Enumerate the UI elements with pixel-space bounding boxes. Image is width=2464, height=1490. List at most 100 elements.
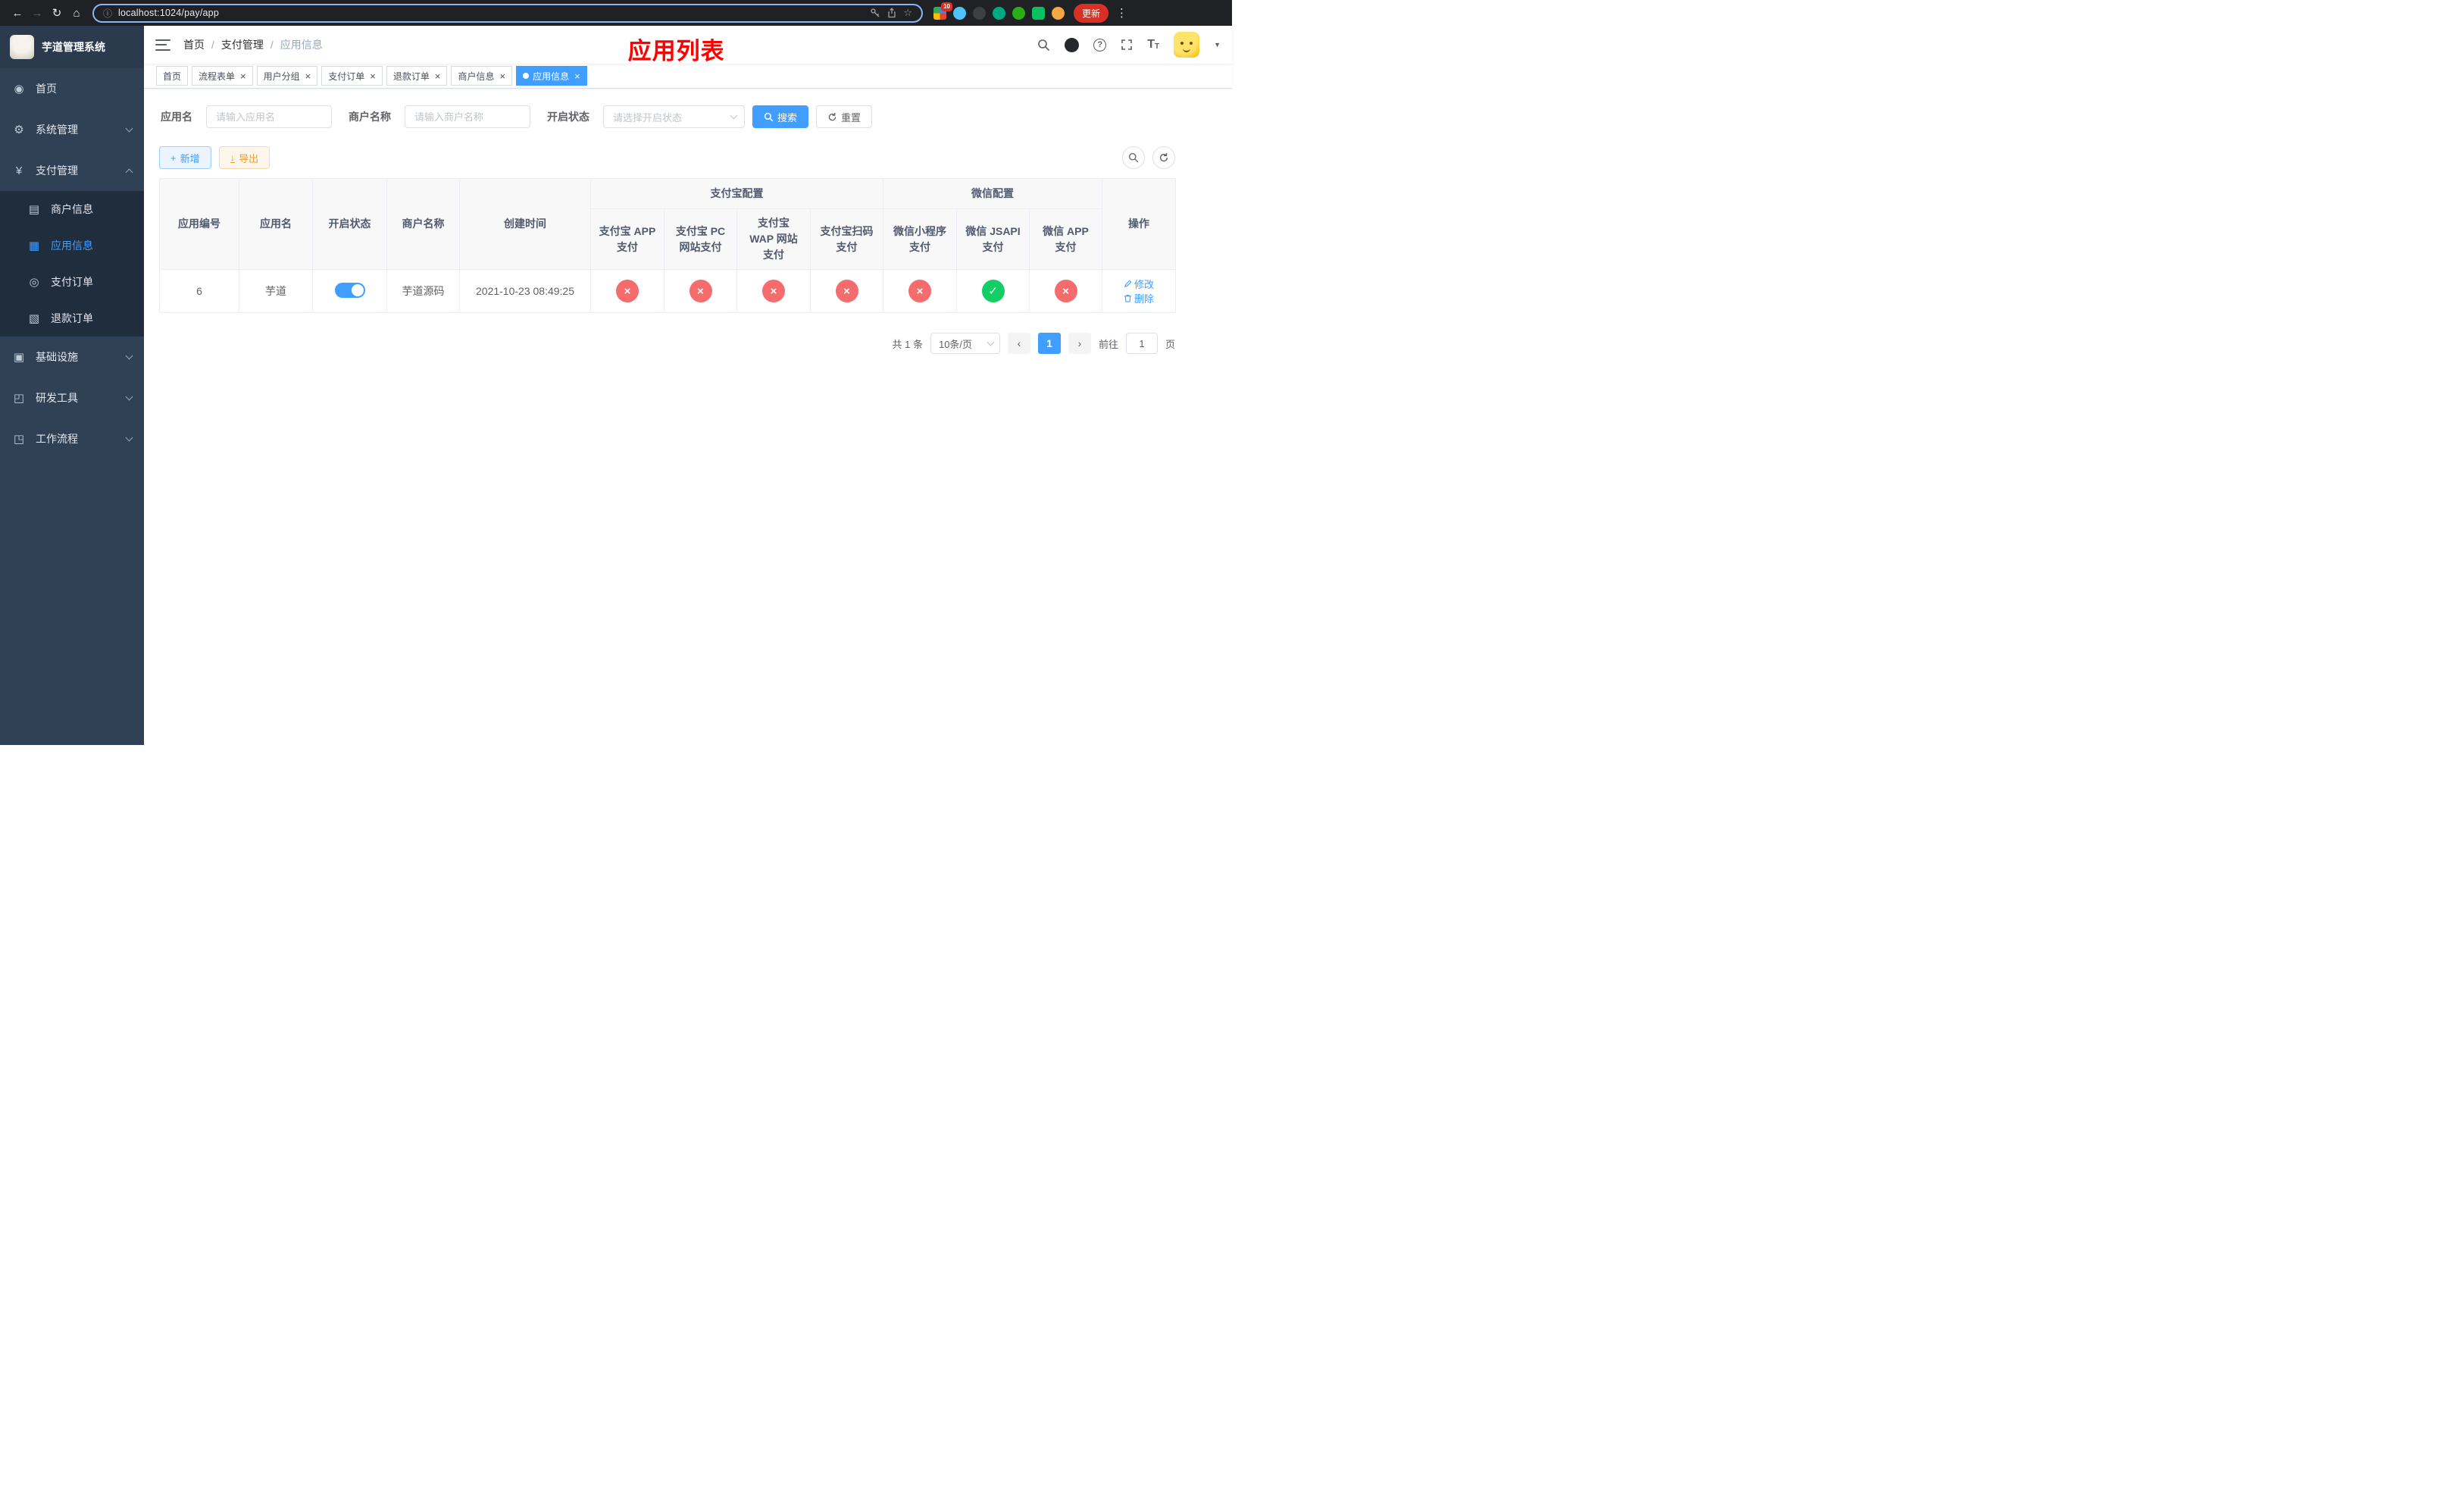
sidebar-item-workflow[interactable]: ◳ 工作流程	[0, 418, 144, 459]
browser-home-button[interactable]: ⌂	[67, 3, 86, 23]
extension-icon[interactable]	[1012, 6, 1025, 20]
sidebar-item-payment[interactable]: ¥ 支付管理	[0, 150, 144, 191]
cell-alipay-app: ×	[590, 269, 664, 313]
tab-home[interactable]: 首页	[156, 66, 189, 86]
sidebar-item-system[interactable]: ⚙ 系统管理	[0, 109, 144, 150]
github-icon[interactable]	[1065, 37, 1080, 52]
sidebar-item-merchant-info[interactable]: ▤ 商户信息	[0, 191, 144, 227]
table-row: 6 芋道 芋道源码 2021-10-23 08:49:25 × × × × × …	[159, 269, 1177, 313]
toolbox-icon: ◰	[13, 392, 25, 405]
address-bar[interactable]: ⓘ localhost:1024/pay/app ☆	[92, 3, 923, 23]
close-icon[interactable]: ×	[574, 71, 580, 81]
cell-app-name: 芋道	[239, 269, 313, 313]
goto-page-input[interactable]	[1125, 333, 1158, 354]
sidebar-item-pay-order[interactable]: ◎ 支付订单	[0, 264, 144, 300]
sidebar-item-refund-order[interactable]: ▧ 退款订单	[0, 300, 144, 337]
tab-refund-order[interactable]: 退款订单 ×	[386, 66, 448, 86]
page-number-button[interactable]: 1	[1037, 333, 1061, 354]
page-size-select[interactable]: 10条/页	[930, 333, 1000, 354]
sidebar-item-home[interactable]: ◉ 首页	[0, 68, 144, 109]
extension-icon[interactable]	[1052, 6, 1065, 20]
breadcrumb-separator: /	[211, 39, 214, 51]
browser-reload-button[interactable]: ↻	[47, 3, 67, 23]
cell-created: 2021-10-23 08:49:25	[459, 269, 591, 313]
close-icon[interactable]: ×	[305, 71, 311, 81]
chevron-down-icon	[125, 352, 133, 359]
extension-icon[interactable]	[953, 6, 966, 20]
add-button[interactable]: + 新增	[159, 146, 211, 169]
sidebar-item-dev-tools[interactable]: ◰ 研发工具	[0, 377, 144, 418]
tags-view-bar: 首页 流程表单 × 用户分组 × 支付订单 × 退款订单 × 商户信息 × 应用…	[144, 64, 1232, 89]
site-info-icon[interactable]: ⓘ	[103, 7, 112, 20]
refresh-button[interactable]	[1152, 146, 1175, 169]
refund-icon: ▧	[28, 312, 40, 325]
close-icon[interactable]: ×	[240, 71, 246, 81]
sidebar-item-label: 工作流程	[36, 433, 78, 445]
sidebar-item-label: 首页	[36, 83, 57, 95]
edit-link[interactable]: 修改	[1124, 277, 1154, 291]
breadcrumb-payment[interactable]: 支付管理	[221, 37, 264, 52]
tab-app-info[interactable]: 应用信息 ×	[516, 66, 587, 86]
tab-process-form[interactable]: 流程表单 ×	[192, 66, 253, 86]
search-button[interactable]: 搜索	[752, 105, 809, 128]
delete-link[interactable]: 删除	[1124, 291, 1154, 305]
caret-down-icon[interactable]: ▼	[1214, 41, 1221, 49]
search-icon[interactable]	[1037, 39, 1050, 52]
sidebar-item-infrastructure[interactable]: ▣ 基础设施	[0, 337, 144, 377]
tab-user-group[interactable]: 用户分组 ×	[256, 66, 318, 86]
status-select[interactable]: 请选择开启状态	[603, 105, 745, 128]
chevron-down-icon	[730, 111, 738, 120]
total-count: 共 1 条	[892, 338, 923, 350]
extension-icon[interactable]	[1032, 6, 1045, 20]
sidebar-item-label: 退款订单	[51, 312, 93, 324]
font-size-icon[interactable]: TT	[1147, 39, 1159, 51]
extensions-cluster: 10	[933, 2, 1065, 20]
export-button[interactable]: ↓ 导出	[218, 146, 270, 169]
browser-forward-button[interactable]: →	[27, 3, 47, 23]
browser-back-button[interactable]: ←	[8, 3, 27, 23]
next-page-button[interactable]: ›	[1068, 333, 1091, 354]
col-app-name: 应用名	[239, 178, 313, 270]
extension-icon[interactable]	[993, 6, 1005, 20]
sidebar-item-app-info[interactable]: ▦ 应用信息	[0, 227, 144, 264]
cell-alipay-scan: ×	[810, 269, 883, 313]
password-key-icon[interactable]	[870, 8, 880, 18]
order-icon: ◎	[29, 276, 39, 289]
prev-page-button[interactable]: ‹	[1007, 333, 1030, 354]
col-wechat-app: 微信 APP 支付	[1028, 208, 1103, 270]
extension-icon[interactable]	[973, 6, 986, 20]
app-name-input[interactable]	[206, 105, 332, 128]
cell-merchant: 芋道源码	[386, 269, 460, 313]
yen-icon: ¥	[15, 164, 23, 177]
tab-merchant-info[interactable]: 商户信息 ×	[451, 66, 513, 86]
sidebar-item-label: 支付管理	[36, 164, 78, 177]
browser-update-button[interactable]: 更新	[1074, 3, 1109, 23]
url-text: localhost:1024/pay/app	[118, 8, 219, 18]
merchant-name-input[interactable]	[405, 105, 530, 128]
close-icon[interactable]: ×	[435, 71, 441, 81]
user-avatar[interactable]	[1174, 32, 1200, 58]
active-dot	[523, 73, 530, 79]
tab-pay-order[interactable]: 支付订单 ×	[321, 66, 383, 86]
close-icon[interactable]: ×	[370, 71, 376, 81]
sidebar-logo[interactable]: 芋道管理系统	[0, 26, 144, 68]
share-icon[interactable]	[886, 8, 897, 18]
col-group-alipay: 支付宝配置	[590, 178, 883, 209]
breadcrumb-home[interactable]: 首页	[183, 37, 205, 52]
help-icon[interactable]: ?	[1093, 38, 1107, 52]
toggle-search-button[interactable]	[1122, 146, 1145, 169]
bookmark-star-icon[interactable]: ☆	[903, 7, 912, 19]
status-toggle[interactable]	[334, 282, 365, 298]
fullscreen-icon[interactable]	[1121, 39, 1133, 51]
col-alipay-pc: 支付宝 PC 网站支付	[664, 208, 737, 270]
close-icon[interactable]: ×	[499, 71, 505, 81]
browser-menu-icon[interactable]: ⋮	[1116, 6, 1127, 20]
reset-button[interactable]: 重置	[816, 105, 873, 128]
extension-icon[interactable]: 10	[933, 2, 952, 20]
cell-status	[312, 269, 387, 313]
credit-card-icon: ▤	[28, 203, 40, 216]
sidebar-toggle-icon[interactable]	[155, 39, 170, 51]
sidebar-item-label: 系统管理	[36, 124, 78, 136]
browser-toolbar: ← → ↻ ⌂ ⓘ localhost:1024/pay/app ☆ 10 更新…	[0, 0, 1232, 26]
col-created: 创建时间	[459, 178, 591, 270]
